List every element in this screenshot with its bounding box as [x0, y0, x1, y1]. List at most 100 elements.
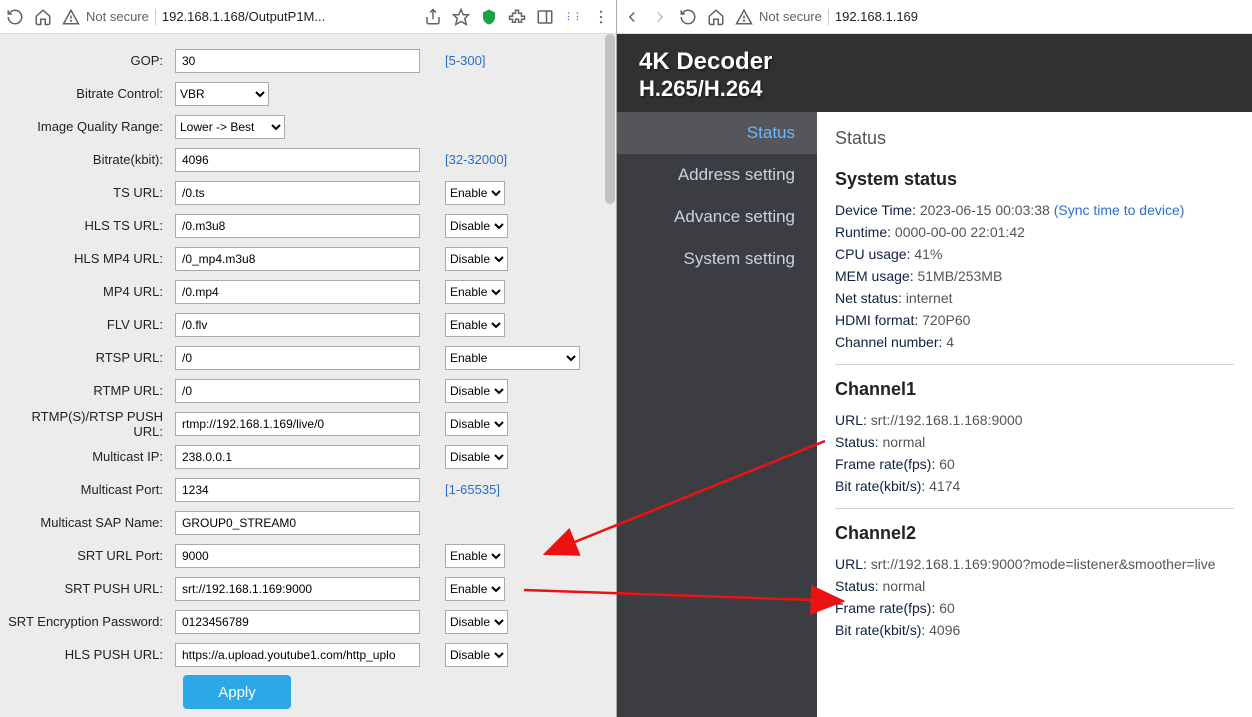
home-icon[interactable]	[34, 8, 52, 26]
multicast-port-hint: [1-65535]	[445, 482, 500, 497]
system-status-title: System status	[835, 169, 1234, 190]
flv-url-input[interactable]	[175, 313, 420, 337]
separator	[155, 9, 156, 25]
encoder-form: GOP:[5-300] Bitrate Control:VBR Image Qu…	[0, 34, 616, 717]
multicast-ip-label: Multicast IP:	[0, 449, 175, 464]
sidebar-item-advance-setting[interactable]: Advance setting	[617, 196, 817, 238]
rtmp-rtsp-push-url-enable-select[interactable]: Disable	[445, 412, 508, 436]
hls-mp4-url-input[interactable]	[175, 247, 420, 271]
gop-hint: [5-300]	[445, 53, 485, 68]
sidebar-item-status[interactable]: Status	[617, 112, 817, 154]
extensions-icon[interactable]	[508, 8, 526, 26]
srt-url-port-input[interactable]	[175, 544, 420, 568]
srt-encryption-password-label: SRT Encryption Password:	[0, 614, 175, 629]
hls-push-url-enable-select[interactable]: Disable	[445, 643, 508, 667]
reload-icon[interactable]	[679, 8, 697, 26]
mem-usage-label: MEM usage:	[835, 268, 914, 284]
mp4-url-input[interactable]	[175, 280, 420, 304]
panel-icon[interactable]	[536, 8, 554, 26]
home-icon[interactable]	[707, 8, 725, 26]
decoder-title-1: 4K Decoder	[639, 48, 1230, 76]
sidebar-item-system-setting[interactable]: System setting	[617, 238, 817, 280]
share-icon[interactable]	[424, 8, 442, 26]
image-quality-range-label: Image Quality Range:	[0, 119, 175, 134]
vertical-scrollbar[interactable]	[603, 34, 617, 464]
sidebar-item-address-setting[interactable]: Address setting	[617, 154, 817, 196]
flv-url-enable-select[interactable]: Enable	[445, 313, 505, 337]
net-status-label: Net status:	[835, 290, 902, 306]
mem-usage-value: 51MB/253MB	[917, 268, 1002, 284]
apply-button[interactable]: Apply	[183, 675, 291, 709]
separator	[828, 9, 829, 25]
sync-time-link[interactable]: (Sync time to device)	[1054, 202, 1185, 218]
extension-badge-icon[interactable]: ⋮⋮	[564, 8, 582, 26]
multicast-sap-name-input[interactable]	[175, 511, 420, 535]
srt-push-url-input[interactable]	[175, 577, 420, 601]
right-address-bar[interactable]: Not secure 192.168.1.169	[735, 8, 1246, 26]
channel1-status-value: normal	[882, 434, 925, 450]
decoder-header: 4K Decoder H.265/H.264	[617, 34, 1252, 112]
mp4-url-enable-select[interactable]: Enable	[445, 280, 505, 304]
channel1-url-label: URL:	[835, 412, 867, 428]
bitrate-control-select[interactable]: VBR	[175, 82, 269, 106]
hls-ts-url-enable-select[interactable]: Disable	[445, 214, 508, 238]
not-secure-label: Not secure	[759, 9, 822, 24]
rtsp-url-label: RTSP URL:	[0, 350, 175, 365]
hdmi-format-value: 720P60	[922, 312, 970, 328]
shield-icon[interactable]	[480, 8, 498, 26]
srt-encryption-password-input[interactable]	[175, 610, 420, 634]
rtmp-url-input[interactable]	[175, 379, 420, 403]
channel2-fps-value: 60	[939, 600, 955, 616]
forward-icon[interactable]	[651, 8, 669, 26]
left-browser-toolbar: Not secure 192.168.1.168/OutputP1M... ⋮⋮	[0, 0, 616, 34]
runtime-value: 0000-00-00 22:01:42	[895, 224, 1025, 240]
hls-ts-url-input[interactable]	[175, 214, 420, 238]
divider	[835, 364, 1234, 365]
multicast-ip-enable-select[interactable]: Disable	[445, 445, 508, 469]
cpu-usage-label: CPU usage:	[835, 246, 910, 262]
rtmp-url-enable-select[interactable]: Disable	[445, 379, 508, 403]
runtime-label: Runtime:	[835, 224, 891, 240]
warning-icon	[735, 8, 753, 26]
breadcrumb: Status	[835, 128, 1234, 149]
ts-url-label: TS URL:	[0, 185, 175, 200]
bitrate-kbit-label: Bitrate(kbit):	[0, 152, 175, 167]
srt-push-url-enable-select[interactable]: Enable	[445, 577, 505, 601]
bitrate-kbit-input[interactable]	[175, 148, 420, 172]
star-icon[interactable]	[452, 8, 470, 26]
device-time-label: Device Time:	[835, 202, 916, 218]
image-quality-range-select[interactable]: Lower -> Best	[175, 115, 285, 139]
left-address-bar[interactable]: Not secure 192.168.1.168/OutputP1M...	[62, 8, 414, 26]
bitrate-kbit-hint: [32-32000]	[445, 152, 507, 167]
multicast-sap-name-label: Multicast SAP Name:	[0, 515, 175, 530]
right-browser-window: Not secure 192.168.1.169 4K Decoder H.26…	[617, 0, 1252, 717]
multicast-ip-input[interactable]	[175, 445, 420, 469]
hls-push-url-input[interactable]	[175, 643, 420, 667]
reload-icon[interactable]	[6, 8, 24, 26]
rtsp-url-input[interactable]	[175, 346, 420, 370]
hls-push-url-label: HLS PUSH URL:	[0, 647, 175, 662]
hls-mp4-url-enable-select[interactable]: Disable	[445, 247, 508, 271]
channel1-url-value: srt://192.168.1.168:9000	[871, 412, 1023, 428]
multicast-port-input[interactable]	[175, 478, 420, 502]
right-browser-toolbar: Not secure 192.168.1.169	[617, 0, 1252, 34]
hls-ts-url-label: HLS TS URL:	[0, 218, 175, 233]
srt-encryption-password-enable-select[interactable]: Disable	[445, 610, 508, 634]
channel-number-label: Channel number:	[835, 334, 942, 350]
ts-url-enable-select[interactable]: Enable	[445, 181, 505, 205]
channel2-fps-label: Frame rate(fps):	[835, 600, 935, 616]
channel2-bitrate-label: Bit rate(kbit/s):	[835, 622, 925, 638]
gop-input[interactable]	[175, 49, 420, 73]
srt-url-port-enable-select[interactable]: Enable	[445, 544, 505, 568]
rtmp-url-label: RTMP URL:	[0, 383, 175, 398]
rtsp-url-enable-select[interactable]: Enable	[445, 346, 580, 370]
menu-icon[interactable]	[592, 8, 610, 26]
rtmp-rtsp-push-url-input[interactable]	[175, 412, 420, 436]
back-icon[interactable]	[623, 8, 641, 26]
bitrate-control-label: Bitrate Control:	[0, 86, 175, 101]
scrollbar-thumb[interactable]	[605, 34, 615, 204]
ts-url-input[interactable]	[175, 181, 420, 205]
url-text: 192.168.1.168/OutputP1M...	[162, 9, 325, 24]
hls-mp4-url-label: HLS MP4 URL:	[0, 251, 175, 266]
channel1-status-label: Status:	[835, 434, 879, 450]
